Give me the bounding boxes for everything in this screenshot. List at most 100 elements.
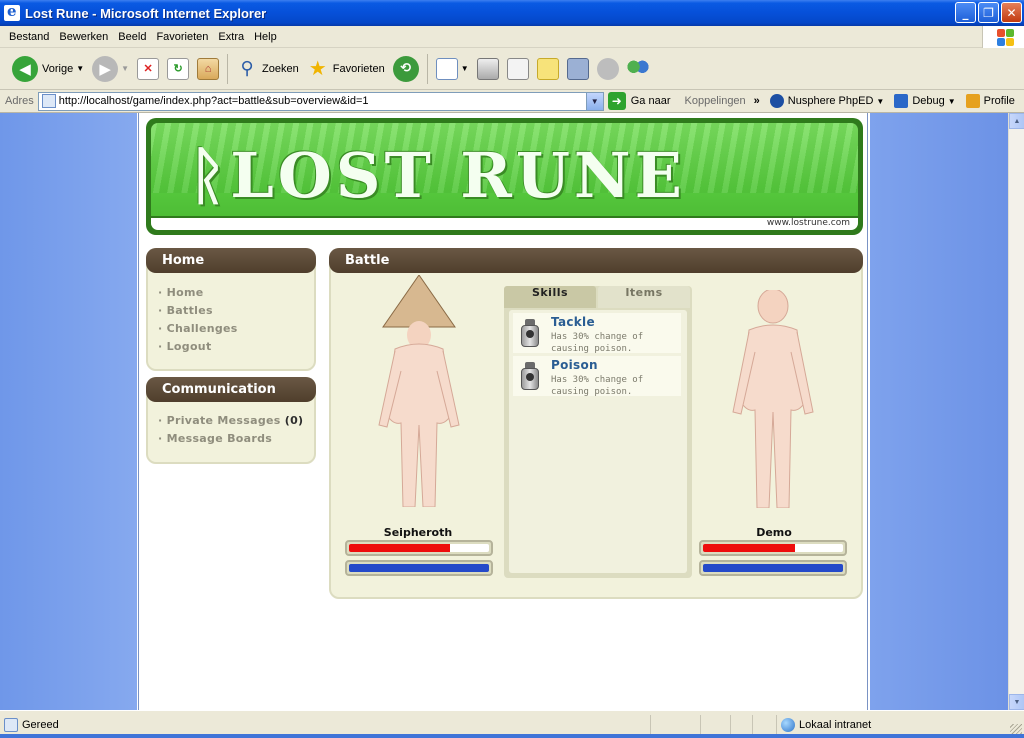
address-bar: Adres http://localhost/game/index.php?ac… bbox=[0, 90, 1024, 113]
menu-bewerken[interactable]: Bewerken bbox=[54, 31, 113, 43]
communication-nav: · Private Messages (0) · Message Boards bbox=[158, 412, 303, 448]
history-button[interactable]: ⟲ bbox=[389, 52, 423, 86]
research-icon bbox=[566, 57, 589, 80]
printer-icon bbox=[476, 57, 499, 80]
scroll-down-icon[interactable]: ▼ bbox=[1009, 694, 1024, 710]
messenger-button[interactable] bbox=[623, 52, 653, 86]
home-icon: ⌂ bbox=[197, 57, 220, 80]
nav-challenges[interactable]: · Challenges bbox=[158, 320, 238, 338]
menu-favorieten[interactable]: Favorieten bbox=[151, 31, 213, 43]
nav-battles[interactable]: · Battles bbox=[158, 302, 238, 320]
address-label: Adres bbox=[5, 95, 34, 107]
favorites-label: Favorieten bbox=[332, 62, 385, 75]
nav-home-label: Home bbox=[166, 286, 204, 299]
scroll-up-icon[interactable]: ▲ bbox=[1009, 113, 1024, 129]
dropdown-arrow-icon[interactable]: ▼ bbox=[461, 64, 469, 73]
opponent-avatar[interactable] bbox=[719, 290, 827, 508]
zone-label: Lokaal intranet bbox=[799, 719, 872, 731]
research-button[interactable] bbox=[563, 52, 593, 86]
site-logo[interactable]: ᚱLOST RUNE bbox=[189, 139, 686, 212]
forward-button[interactable]: ▶ ▼ bbox=[88, 52, 133, 86]
print-button[interactable] bbox=[473, 52, 503, 86]
menu-help[interactable]: Help bbox=[249, 31, 282, 43]
player-avatar[interactable] bbox=[365, 275, 473, 507]
dropdown-arrow-icon[interactable]: ▼ bbox=[948, 97, 956, 106]
url-dropdown-icon[interactable]: ▼ bbox=[585, 92, 603, 110]
player-hp-fill bbox=[349, 544, 450, 552]
url-text[interactable]: http://localhost/game/index.php?act=batt… bbox=[59, 95, 369, 107]
url-input[interactable]: http://localhost/game/index.php?act=batt… bbox=[37, 91, 604, 111]
opponent-mp-track bbox=[703, 564, 843, 572]
stop-button[interactable]: ✕ bbox=[133, 52, 163, 86]
mail-button[interactable]: ▼ bbox=[432, 52, 473, 86]
forward-arrow-icon: ▶ bbox=[92, 55, 119, 82]
player-mp-track bbox=[349, 564, 489, 572]
links-label[interactable]: Koppelingen bbox=[685, 95, 746, 107]
maximize-button[interactable]: ❐ bbox=[978, 2, 999, 23]
skill-poison-name[interactable]: Poison bbox=[551, 358, 598, 372]
opponent-hp-fill bbox=[703, 544, 796, 552]
nav-private-messages[interactable]: · Private Messages (0) bbox=[158, 412, 303, 430]
status-divider bbox=[700, 715, 701, 735]
page-status-icon bbox=[4, 717, 18, 732]
menu-beeld[interactable]: Beeld bbox=[113, 31, 151, 43]
nav-message-boards[interactable]: · Message Boards bbox=[158, 430, 303, 448]
tab-skills[interactable]: Skills bbox=[504, 286, 596, 308]
favorites-button[interactable]: ★ Favorieten bbox=[303, 52, 389, 86]
media-button[interactable] bbox=[593, 52, 623, 86]
toolbar-separator bbox=[426, 53, 428, 84]
link-debug-label: Debug bbox=[912, 95, 945, 107]
home-panel: Home · Home · Battles · Challenges · Log… bbox=[146, 248, 316, 371]
player-hp-bar bbox=[345, 540, 493, 556]
tab-items[interactable]: Items bbox=[598, 286, 690, 308]
debug-icon bbox=[894, 94, 909, 108]
skill-tackle-description: Has 30% change of causing poison. bbox=[551, 332, 644, 354]
home-panel-title: Home bbox=[146, 248, 316, 273]
minimize-button[interactable]: _ bbox=[955, 2, 976, 23]
nav-logout-label: Logout bbox=[166, 340, 212, 353]
search-button[interactable]: ⚲ Zoeken bbox=[232, 52, 303, 86]
close-button[interactable]: ✕ bbox=[1001, 2, 1022, 23]
go-button[interactable]: ➜ Ga naar bbox=[607, 92, 671, 110]
link-nusphere-label: Nusphere PhpED bbox=[787, 95, 874, 107]
link-nusphere[interactable]: Nusphere PhpED ▼ bbox=[769, 94, 884, 108]
links-chevron-icon[interactable]: » bbox=[754, 95, 760, 107]
status-divider bbox=[752, 715, 753, 735]
refresh-button[interactable]: ↻ bbox=[163, 52, 193, 86]
skill-tackle-name[interactable]: Tackle bbox=[551, 315, 595, 329]
menu-extra[interactable]: Extra bbox=[213, 31, 249, 43]
mail-icon bbox=[435, 57, 458, 80]
nav-home[interactable]: · Home bbox=[158, 284, 238, 302]
refresh-icon: ↻ bbox=[167, 57, 190, 80]
player-mp-bar bbox=[345, 560, 493, 576]
banner-inner: ᚱLOST RUNE www.lostrune.com bbox=[151, 123, 858, 230]
skill-poison-description: Has 30% change of causing poison. bbox=[551, 375, 644, 397]
link-debug[interactable]: Debug ▼ bbox=[894, 94, 956, 108]
dropdown-arrow-icon[interactable]: ▼ bbox=[121, 64, 129, 73]
home-nav: · Home · Battles · Challenges · Logout bbox=[158, 284, 238, 356]
player-name: Seipheroth bbox=[383, 526, 453, 539]
home-button[interactable]: ⌂ bbox=[193, 52, 223, 86]
back-button[interactable]: ◀ Vorige ▼ bbox=[8, 52, 88, 86]
communication-panel: Communication · Private Messages (0) · M… bbox=[146, 377, 316, 464]
discuss-button[interactable] bbox=[533, 52, 563, 86]
go-label: Ga naar bbox=[630, 95, 671, 107]
nav-challenges-label: Challenges bbox=[166, 322, 238, 335]
status-divider bbox=[730, 715, 731, 735]
windows-logo-icon bbox=[982, 26, 1024, 48]
menu-bestand[interactable]: Bestand bbox=[4, 31, 54, 43]
security-zone[interactable]: Lokaal intranet bbox=[776, 715, 871, 735]
profile-icon bbox=[965, 94, 980, 108]
nav-logout[interactable]: · Logout bbox=[158, 338, 238, 356]
skill-tackle[interactable]: Tackle Has 30% change of causing poison. bbox=[513, 313, 681, 354]
nav-private-messages-label: Private Messages bbox=[166, 414, 281, 427]
dropdown-arrow-icon[interactable]: ▼ bbox=[876, 97, 884, 106]
skills-list: Tackle Has 30% change of causing poison.… bbox=[509, 310, 687, 573]
vertical-scrollbar[interactable]: ▲ ▼ bbox=[1008, 113, 1024, 710]
dropdown-arrow-icon[interactable]: ▼ bbox=[76, 64, 84, 73]
link-profile[interactable]: Profile bbox=[965, 94, 1015, 108]
globe-icon bbox=[781, 718, 795, 732]
skill-poison[interactable]: Poison Has 30% change of causing poison. bbox=[513, 356, 681, 397]
note-icon bbox=[536, 57, 559, 80]
edit-button[interactable] bbox=[503, 52, 533, 86]
